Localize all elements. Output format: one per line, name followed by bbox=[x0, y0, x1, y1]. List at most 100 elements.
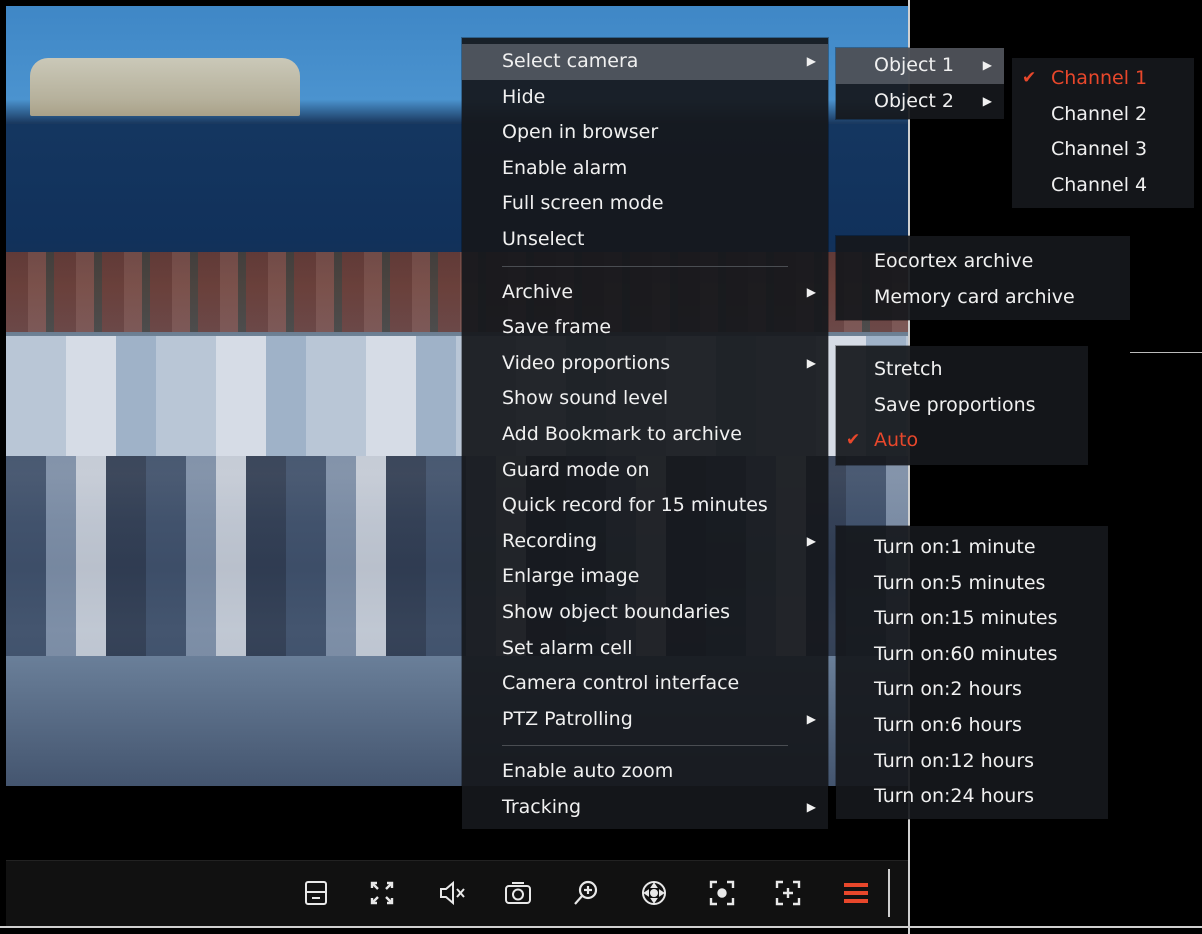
snapshot-icon[interactable] bbox=[500, 875, 536, 911]
menu-item-record-5-minutes[interactable]: Turn on:5 minutes bbox=[836, 566, 1108, 602]
menu-item-label: Unselect bbox=[502, 227, 585, 250]
submenu-arrow-icon: ▶ bbox=[806, 54, 816, 68]
menu-item-record-15-minutes[interactable]: Turn on:15 minutes bbox=[836, 601, 1108, 637]
zoom-in-icon[interactable] bbox=[568, 875, 604, 911]
menu-item-label: Full screen mode bbox=[502, 192, 664, 215]
menu-item-enable-alarm[interactable]: Enable alarm bbox=[462, 151, 828, 187]
menu-separator bbox=[502, 265, 788, 267]
menu-item-label: Enlarge image bbox=[502, 565, 640, 588]
menu-item-label: Enable auto zoom bbox=[502, 760, 674, 783]
menu-item-guard-mode-on[interactable]: Guard mode on bbox=[462, 453, 828, 489]
menu-item-channel-2[interactable]: Channel 2 bbox=[1012, 97, 1194, 133]
menu-item-label: Camera control interface bbox=[502, 672, 740, 695]
submenu-arrow-icon: ▶ bbox=[806, 533, 816, 548]
menu-item-show-sound-level[interactable]: Show sound level bbox=[462, 381, 828, 417]
menu-item-label: Save proportions bbox=[874, 393, 1036, 416]
menu-item-object-2[interactable]: Object 2 ▶ bbox=[836, 84, 1004, 120]
video-building-top bbox=[30, 58, 300, 116]
menu-item-quick-record[interactable]: Quick record for 15 minutes bbox=[462, 488, 828, 524]
menu-item-channel-3[interactable]: Channel 3 bbox=[1012, 132, 1194, 168]
menu-item-label: Channel 2 bbox=[1051, 102, 1148, 125]
menu-item-label: Show sound level bbox=[502, 387, 669, 410]
submenu-arrow-icon: ▶ bbox=[806, 711, 816, 726]
menu-item-add-bookmark[interactable]: Add Bookmark to archive bbox=[462, 417, 828, 453]
menu-item-save-proportions[interactable]: Save proportions bbox=[836, 388, 1088, 424]
menu-item-auto[interactable]: ✔ Auto bbox=[836, 423, 1088, 459]
menu-item-label: Channel 3 bbox=[1051, 138, 1148, 161]
menu-item-label: Memory card archive bbox=[874, 285, 1075, 308]
menu-item-label: Turn on:5 minutes bbox=[874, 571, 1046, 594]
menu-item-record-2-hours[interactable]: Turn on:2 hours bbox=[836, 672, 1108, 708]
menu-item-full-screen-mode[interactable]: Full screen mode bbox=[462, 186, 828, 222]
menu-item-label: Hide bbox=[502, 85, 546, 108]
mute-icon[interactable] bbox=[434, 875, 470, 911]
menu-item-label: Show object boundaries bbox=[502, 600, 731, 623]
submenu-arrow-icon: ▶ bbox=[806, 355, 816, 370]
checkmark-icon: ✔ bbox=[846, 430, 861, 451]
bottom-divider bbox=[0, 926, 1202, 928]
menu-item-enlarge-image[interactable]: Enlarge image bbox=[462, 559, 828, 595]
menu-item-camera-control-interface[interactable]: Camera control interface bbox=[462, 666, 828, 702]
menu-item-channel-1[interactable]: ✔ Channel 1 bbox=[1012, 61, 1194, 97]
menu-item-show-object-boundaries[interactable]: Show object boundaries bbox=[462, 595, 828, 631]
menu-item-label: Enable alarm bbox=[502, 156, 628, 179]
menu-item-label: Turn on:15 minutes bbox=[874, 607, 1058, 630]
menu-item-label: Guard mode on bbox=[502, 458, 650, 481]
menu-item-label: Save frame bbox=[502, 316, 612, 339]
menu-item-label: Auto bbox=[874, 429, 919, 452]
menu-item-label: Tracking bbox=[502, 795, 582, 818]
menu-item-enable-auto-zoom[interactable]: Enable auto zoom bbox=[462, 754, 828, 790]
menu-item-save-frame[interactable]: Save frame bbox=[462, 310, 828, 346]
focus-icon[interactable] bbox=[704, 875, 740, 911]
menu-item-label: Quick record for 15 minutes bbox=[502, 494, 768, 517]
menu-item-label: PTZ Patrolling bbox=[502, 707, 633, 730]
menu-item-label: Turn on:6 hours bbox=[874, 713, 1022, 736]
menu-item-record-24-hours[interactable]: Turn on:24 hours bbox=[836, 779, 1108, 815]
layout-icon[interactable] bbox=[298, 875, 334, 911]
menu-item-memory-card-archive[interactable]: Memory card archive bbox=[836, 280, 1130, 316]
menu-item-channel-4[interactable]: Channel 4 bbox=[1012, 168, 1194, 204]
menu-item-label: Open in browser bbox=[502, 121, 659, 144]
menu-item-open-in-browser[interactable]: Open in browser bbox=[462, 115, 828, 151]
menu-item-label: Set alarm cell bbox=[502, 636, 633, 659]
menu-item-label: Object 2 bbox=[874, 89, 955, 112]
submenu-arrow-icon: ▶ bbox=[982, 58, 992, 72]
menu-item-record-60-minutes[interactable]: Turn on:60 minutes bbox=[836, 637, 1108, 673]
menu-item-label: Turn on:1 minute bbox=[874, 536, 1036, 558]
submenu-arrow-icon: ▶ bbox=[806, 799, 816, 814]
menu-item-select-camera[interactable]: Select camera ▶ bbox=[462, 44, 828, 80]
menu-item-video-proportions[interactable]: Video proportions ▶ bbox=[462, 346, 828, 382]
menu-item-label: Archive bbox=[502, 280, 574, 303]
menu-item-record-12-hours[interactable]: Turn on:12 hours bbox=[836, 744, 1108, 780]
fullscreen-icon[interactable] bbox=[364, 875, 400, 911]
menu-item-record-6-hours[interactable]: Turn on:6 hours bbox=[836, 708, 1108, 744]
menu-icon[interactable] bbox=[838, 875, 874, 911]
menu-item-label: Eocortex archive bbox=[874, 250, 1034, 272]
menu-item-recording[interactable]: Recording ▶ bbox=[462, 524, 828, 560]
camera-context-menu: Select camera ▶ Hide Open in browser Enab… bbox=[462, 38, 828, 830]
ptz-icon[interactable] bbox=[636, 875, 672, 911]
menu-item-record-1-minute[interactable]: Turn on:1 minute bbox=[836, 530, 1108, 566]
menu-item-object-1[interactable]: Object 1 ▶ bbox=[836, 48, 1004, 84]
menu-item-archive[interactable]: Archive ▶ bbox=[462, 275, 828, 311]
menu-item-label: Turn on:60 minutes bbox=[874, 642, 1058, 665]
menu-item-stretch[interactable]: Stretch bbox=[836, 352, 1088, 388]
menu-item-eocortex-archive[interactable]: Eocortex archive bbox=[836, 244, 1130, 280]
menu-item-unselect[interactable]: Unselect bbox=[462, 222, 828, 258]
submenu-arrow-icon: ▶ bbox=[806, 284, 816, 299]
select-camera-submenu: Object 1 ▶ Object 2 ▶ bbox=[836, 48, 1004, 120]
menu-item-label: Turn on:2 hours bbox=[874, 678, 1022, 701]
menu-item-tracking[interactable]: Tracking ▶ bbox=[462, 790, 828, 826]
menu-item-label: Channel 1 bbox=[1051, 67, 1148, 89]
submenu-arrow-icon: ▶ bbox=[982, 93, 992, 108]
menu-item-ptz-patrolling[interactable]: PTZ Patrolling ▶ bbox=[462, 702, 828, 738]
menu-item-label: Video proportions bbox=[502, 351, 671, 374]
menu-item-hide[interactable]: Hide bbox=[462, 80, 828, 116]
menu-item-label: Channel 4 bbox=[1051, 173, 1148, 196]
menu-item-label: Stretch bbox=[874, 358, 943, 380]
menu-item-set-alarm-cell[interactable]: Set alarm cell bbox=[462, 631, 828, 667]
menu-item-label: Select camera bbox=[502, 50, 639, 72]
digital-zoom-icon[interactable] bbox=[770, 875, 806, 911]
menu-item-label: Recording bbox=[502, 529, 598, 552]
archive-submenu: Eocortex archive Memory card archive bbox=[836, 236, 1130, 321]
